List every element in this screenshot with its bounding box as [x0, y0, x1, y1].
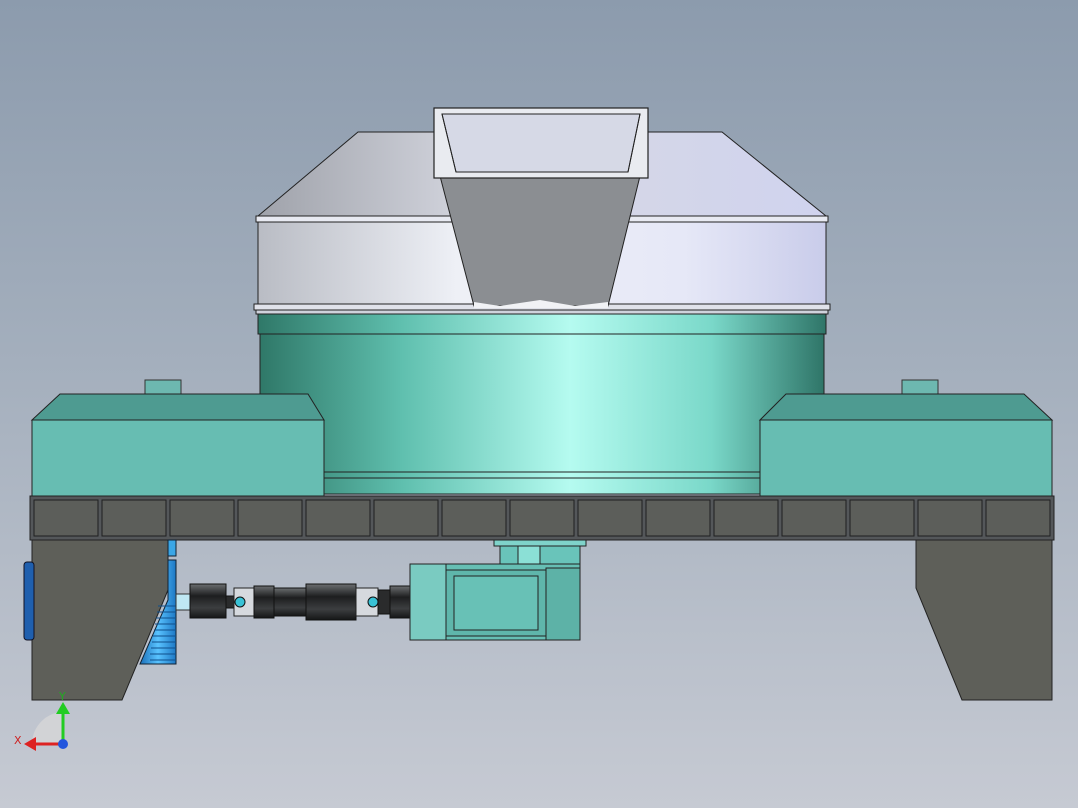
- left-housing: [30, 379, 325, 497]
- rotor-drum: [257, 313, 827, 495]
- frame-cell: [917, 499, 983, 537]
- frame-cell: [985, 499, 1051, 537]
- base-frame: [29, 495, 1055, 541]
- frame-cell: [33, 499, 99, 537]
- frame-cell: [645, 499, 711, 537]
- right-support-leg: [915, 539, 1053, 701]
- axis-y-label: Y: [58, 690, 66, 703]
- drive-shaft[interactable]: [175, 583, 411, 621]
- frame-cell: [849, 499, 915, 537]
- frame-cell: [101, 499, 167, 537]
- frame-cell: [169, 499, 235, 537]
- frame-cell: [441, 499, 507, 537]
- frame-cell: [781, 499, 847, 537]
- frame-cell: [713, 499, 779, 537]
- gearbox[interactable]: [409, 563, 581, 641]
- left-support-leg: [31, 539, 169, 701]
- center-coupling: [493, 539, 587, 565]
- right-housing: [758, 379, 1054, 497]
- frame-cell: [305, 499, 371, 537]
- frame-cell: [509, 499, 575, 537]
- model-canvas[interactable]: Y X: [0, 0, 1078, 808]
- frame-cell: [237, 499, 303, 537]
- axis-x-label: X: [14, 734, 22, 747]
- frame-cell: [373, 499, 439, 537]
- cad-viewport[interactable]: Y X: [0, 0, 1078, 808]
- frame-cell: [577, 499, 643, 537]
